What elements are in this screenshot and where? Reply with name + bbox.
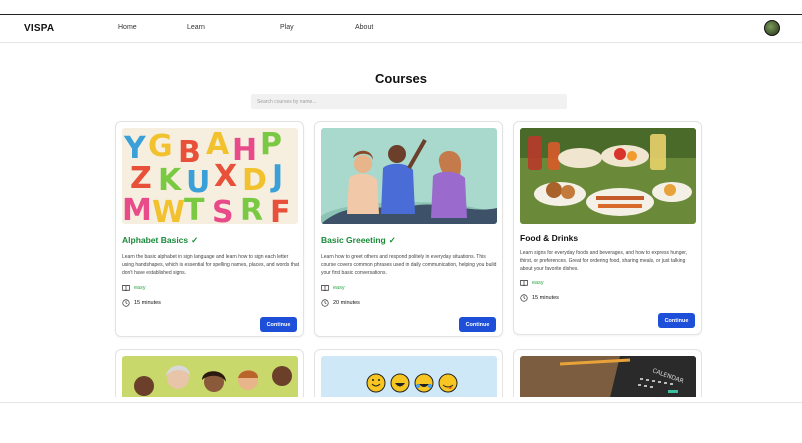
book-icon bbox=[321, 285, 329, 292]
book-icon bbox=[520, 280, 528, 287]
completed-check-icon: ✓ bbox=[388, 235, 396, 245]
difficulty-label: easy bbox=[532, 280, 544, 286]
clock-icon bbox=[321, 299, 329, 307]
clock-icon bbox=[520, 294, 528, 302]
course-description: Learn signs for everyday foods and bever… bbox=[520, 250, 688, 272]
svg-text:X: X bbox=[214, 159, 237, 194]
alphabet-image: Y G B A H P Z K U X D J M W T S R F bbox=[122, 128, 298, 224]
course-title-text: Food & Drinks bbox=[520, 233, 579, 243]
course-title-text: Basic Greeeting bbox=[321, 235, 386, 245]
svg-text:A: A bbox=[206, 128, 230, 162]
svg-text:K: K bbox=[158, 163, 183, 198]
food-image bbox=[520, 128, 696, 224]
difficulty-label: easy bbox=[134, 285, 146, 291]
duration-label: 15 minutes bbox=[532, 295, 559, 301]
svg-text:T: T bbox=[184, 193, 205, 224]
nav-home[interactable]: Home bbox=[118, 24, 137, 31]
course-title-text: Alphabet Basics bbox=[122, 235, 189, 245]
duration-label: 15 minutes bbox=[134, 300, 161, 306]
duration-label: 20 minutes bbox=[333, 300, 360, 306]
difficulty-row: easy bbox=[122, 284, 146, 292]
svg-text:F: F bbox=[270, 195, 291, 224]
course-card-calendar[interactable]: CALENDAR bbox=[513, 349, 702, 397]
svg-text:M: M bbox=[122, 193, 152, 224]
calendar-image: CALENDAR bbox=[520, 356, 696, 397]
clock-icon bbox=[122, 299, 130, 307]
course-description: Learn the basic alphabet in sign languag… bbox=[122, 254, 300, 276]
search-input[interactable] bbox=[251, 94, 567, 109]
duration-row: 20 minutes bbox=[321, 299, 360, 307]
difficulty-row: easy bbox=[520, 279, 544, 287]
course-title[interactable]: Food & Drinks bbox=[520, 233, 581, 243]
continue-button[interactable]: Continue bbox=[658, 313, 695, 328]
course-title[interactable]: Basic Greeeting ✓ bbox=[321, 235, 396, 246]
svg-text:P: P bbox=[260, 128, 282, 162]
top-strip bbox=[0, 0, 802, 14]
nav-learn[interactable]: Learn bbox=[187, 24, 205, 31]
page-title: Courses bbox=[374, 71, 428, 86]
difficulty-label: easy bbox=[333, 285, 345, 291]
brand-logo[interactable]: VISPA bbox=[24, 23, 54, 34]
nav-about[interactable]: About bbox=[355, 24, 373, 31]
svg-text:W: W bbox=[152, 195, 185, 224]
course-card-greeting[interactable]: Basic Greeeting ✓ Learn how to greet othe… bbox=[314, 121, 503, 337]
emoji-image bbox=[321, 356, 497, 397]
course-title[interactable]: Alphabet Basics ✓ bbox=[122, 235, 198, 246]
book-icon bbox=[122, 285, 130, 292]
completed-check-icon: ✓ bbox=[191, 235, 199, 245]
nav-play[interactable]: Play bbox=[280, 24, 294, 31]
svg-text:J: J bbox=[270, 159, 283, 194]
course-description: Learn how to greet others and respond po… bbox=[321, 254, 497, 276]
continue-button[interactable]: Continue bbox=[459, 317, 496, 332]
avatar[interactable] bbox=[764, 20, 780, 36]
svg-text:R: R bbox=[240, 193, 263, 224]
people-image bbox=[122, 356, 298, 397]
course-card-people[interactable] bbox=[115, 349, 304, 397]
svg-text:S: S bbox=[212, 195, 234, 224]
duration-row: 15 minutes bbox=[122, 299, 161, 307]
greeting-image bbox=[321, 128, 497, 224]
divider bbox=[0, 402, 802, 403]
course-card-food[interactable]: Food & Drinks Learn signs for everyday f… bbox=[513, 121, 702, 335]
difficulty-row: easy bbox=[321, 284, 345, 292]
course-card-emotions[interactable] bbox=[314, 349, 503, 397]
continue-button[interactable]: Continue bbox=[260, 317, 297, 332]
footer-area bbox=[0, 403, 802, 443]
navbar: VISPA Home Learn Play About bbox=[0, 14, 802, 43]
duration-row: 15 minutes bbox=[520, 294, 559, 302]
svg-text:Z: Z bbox=[130, 161, 152, 196]
svg-text:G: G bbox=[148, 129, 173, 164]
course-card-alphabet[interactable]: Y G B A H P Z K U X D J M W T S R F Alph… bbox=[115, 121, 304, 337]
